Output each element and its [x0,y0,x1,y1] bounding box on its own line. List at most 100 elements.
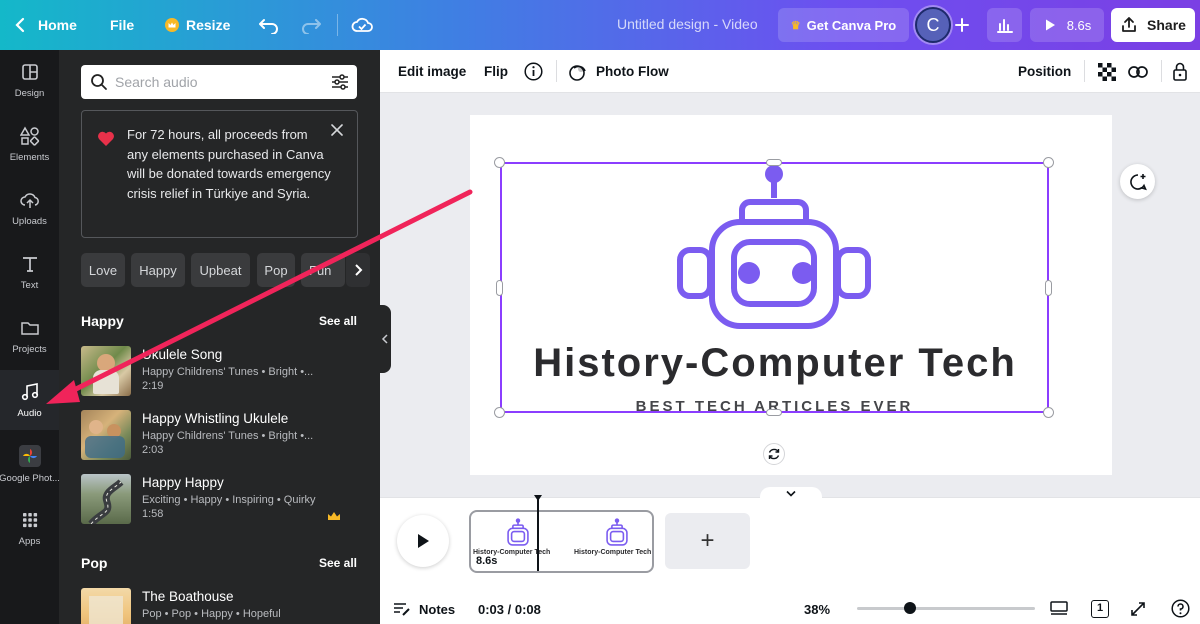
chip-pop[interactable]: Pop [257,253,295,287]
apps-grid-icon [22,512,37,527]
notes-icon [394,603,410,616]
resize-handle-top-right[interactable] [1043,157,1054,168]
cloud-upload-icon [19,192,39,208]
rail-item-text[interactable]: Text [0,242,59,302]
share-button[interactable]: Share [1111,8,1195,42]
resize-handle-left[interactable] [496,280,503,296]
rail-item-apps[interactable]: Apps [0,498,59,558]
track-thumbnail [81,346,131,396]
zoom-level[interactable]: 38% [804,602,830,617]
rail-label: Apps [18,535,41,547]
top-bar: Home File Resize Untitled design - Video… [0,0,1200,50]
insights-button[interactable] [987,8,1022,42]
avatar[interactable]: C [915,7,951,43]
rail-item-google-photos[interactable]: Google Phot... [0,434,60,494]
chips-next-button[interactable] [346,253,370,287]
clip-text: History-Computer Tech [574,549,652,556]
selection-box[interactable] [500,162,1049,413]
chip-love[interactable]: Love [81,253,125,287]
context-toolbar: Edit image Flip Photo Flow Position [380,50,1200,93]
track-subtitle: Happy Childrens' Tunes • Bright •... [142,430,314,442]
chip-fun[interactable]: Fun [301,253,345,287]
play-icon [1045,19,1055,31]
lock-icon [1173,62,1187,81]
timeline-play-button[interactable] [397,515,449,567]
notes-button[interactable]: Notes [419,602,455,617]
resize-handle-right[interactable] [1045,280,1052,296]
timeline-clip[interactable]: History-Computer Tech History-Computer T… [469,510,654,573]
rail-label: Text [20,279,39,291]
rail-item-design[interactable]: Design [0,50,59,110]
home-button[interactable]: Home [14,0,77,50]
track-duration: 2:03 [142,444,164,456]
playhead-marker-icon [534,495,542,501]
photo-flow-button[interactable]: Photo Flow [568,50,669,93]
rail-item-audio[interactable]: Audio [0,370,59,430]
file-label: File [110,17,135,33]
link-icon [1128,65,1148,78]
mood-chips: Love Happy Upbeat Pop Fun [81,253,380,287]
help-icon[interactable] [1171,599,1190,618]
track-item[interactable]: Ukulele Song Happy Childrens' Tunes • Br… [81,346,371,398]
chip-upbeat[interactable]: Upbeat [191,253,250,287]
info-button[interactable] [524,50,543,93]
plus-icon [955,18,969,32]
cloud-save-button[interactable] [351,0,373,50]
page-view-icon[interactable] [1050,601,1068,617]
play-icon [418,534,429,548]
position-button[interactable]: Position [1018,50,1071,93]
filter-sliders-icon[interactable] [331,73,349,91]
add-page-button[interactable]: + [665,513,750,569]
resize-button[interactable]: Resize [165,0,230,50]
chip-happy[interactable]: Happy [131,253,185,287]
zoom-slider[interactable] [857,607,1035,610]
home-label: Home [38,17,77,33]
collapse-panel-button[interactable] [379,305,391,373]
redo-button[interactable] [300,0,322,50]
redo-icon [302,19,321,34]
link-button[interactable] [1128,50,1148,93]
edit-image-button[interactable]: Edit image [398,50,466,93]
rotate-handle[interactable] [763,443,785,465]
search-input[interactable] [115,74,315,90]
timeline-toggle[interactable] [760,487,822,499]
rail-item-projects[interactable]: Projects [0,306,59,366]
play-preview-button[interactable]: 8.6s [1030,8,1104,42]
see-all-happy[interactable]: See all [319,314,357,328]
transparency-button[interactable] [1098,50,1116,93]
rotate-icon [768,448,780,460]
text-icon [22,256,37,272]
playhead[interactable] [537,497,539,571]
track-item[interactable]: Happy Happy Exciting • Happy • Inspiring… [81,474,371,526]
rail-item-elements[interactable]: Elements [0,114,59,174]
lock-button[interactable] [1172,50,1188,93]
file-menu[interactable]: File [110,0,134,50]
see-all-pop[interactable]: See all [319,556,357,570]
track-item[interactable]: The Boathouse Pop • Pop • Happy • Hopefu… [81,588,371,624]
divider [1161,60,1162,82]
get-pro-button[interactable]: ♛ Get Canva Pro [778,8,909,42]
page-count[interactable]: 1 [1091,600,1109,618]
document-title[interactable]: Untitled design - Video [617,16,758,32]
crown-icon [165,18,179,32]
add-comment-button[interactable] [1120,164,1155,199]
close-icon[interactable] [330,123,344,137]
robot-thumbnail-icon [507,518,529,546]
add-collaborator-button[interactable] [954,0,970,50]
track-subtitle: Pop • Pop • Happy • Hopeful [142,608,281,620]
track-duration: 1:58 [142,508,164,520]
undo-button[interactable] [258,0,280,50]
expand-icon[interactable] [1130,601,1146,617]
chevron-down-icon [786,490,796,497]
track-item[interactable]: Happy Whistling Ukulele Happy Childrens'… [81,410,371,462]
flip-button[interactable]: Flip [484,50,508,93]
donation-notice: For 72 hours, all proceeds from any elem… [81,110,358,238]
resize-handle-bottom[interactable] [766,409,782,416]
resize-handle-bottom-right[interactable] [1043,407,1054,418]
resize-handle-bottom-left[interactable] [494,407,505,418]
resize-handle-top-left[interactable] [494,157,505,168]
divider [1084,60,1085,82]
rail-item-uploads[interactable]: Uploads [0,178,59,238]
resize-handle-top[interactable] [766,159,782,166]
audio-panel: For 72 hours, all proceeds from any elem… [59,50,380,624]
